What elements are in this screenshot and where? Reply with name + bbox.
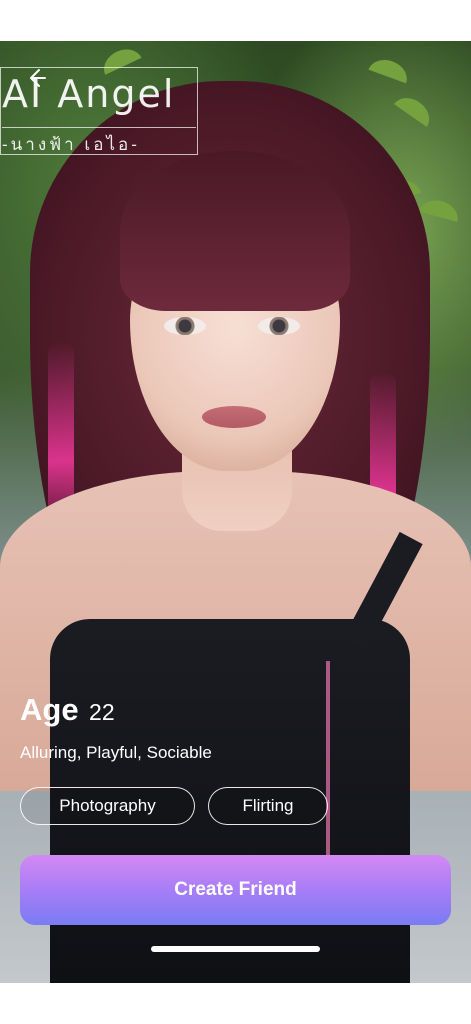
leaf-decoration	[368, 54, 412, 84]
age-label: Age	[20, 692, 79, 727]
chip-photography[interactable]: Photography	[20, 787, 195, 825]
leaf-decoration	[418, 196, 462, 222]
app-subtitle: -นางฟ้า เอไอ-	[2, 127, 196, 158]
lips	[202, 406, 266, 428]
bangs	[120, 151, 350, 311]
eye-left	[164, 317, 206, 335]
eye-right	[258, 317, 300, 335]
app-title: AI Angel	[2, 72, 176, 116]
home-indicator	[151, 946, 320, 952]
age-value: 22	[89, 699, 115, 725]
personality-traits: Alluring, Playful, Sociable	[20, 743, 212, 762]
leaf-decoration	[394, 90, 436, 128]
create-friend-button[interactable]: Create Friend	[20, 855, 451, 925]
portrait-photo	[0, 41, 471, 983]
interest-chips: Photography Flirting	[20, 787, 328, 825]
age-line: Age 22	[20, 692, 115, 728]
chip-flirting[interactable]: Flirting	[208, 787, 328, 825]
